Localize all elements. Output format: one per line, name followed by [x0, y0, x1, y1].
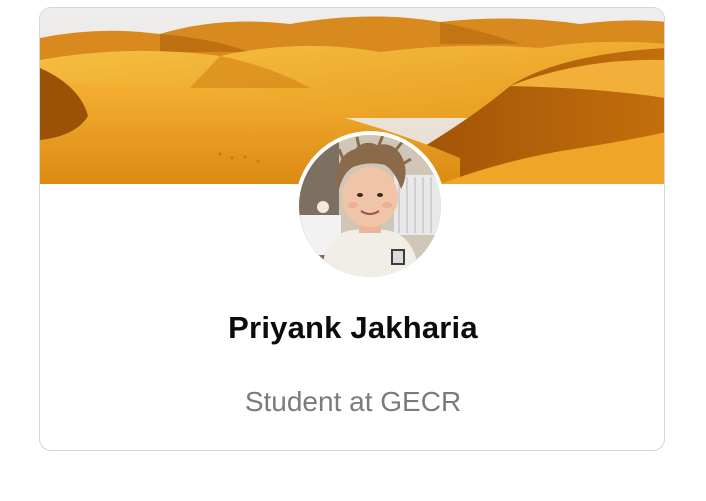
profile-photo-avatar [299, 135, 441, 277]
profile-card: Priyank Jakharia Student at GECR [39, 7, 665, 451]
profile-headline: Student at GECR [244, 386, 462, 417]
profile-name: Priyank Jakharia [228, 310, 478, 345]
avatar[interactable] [295, 131, 445, 281]
